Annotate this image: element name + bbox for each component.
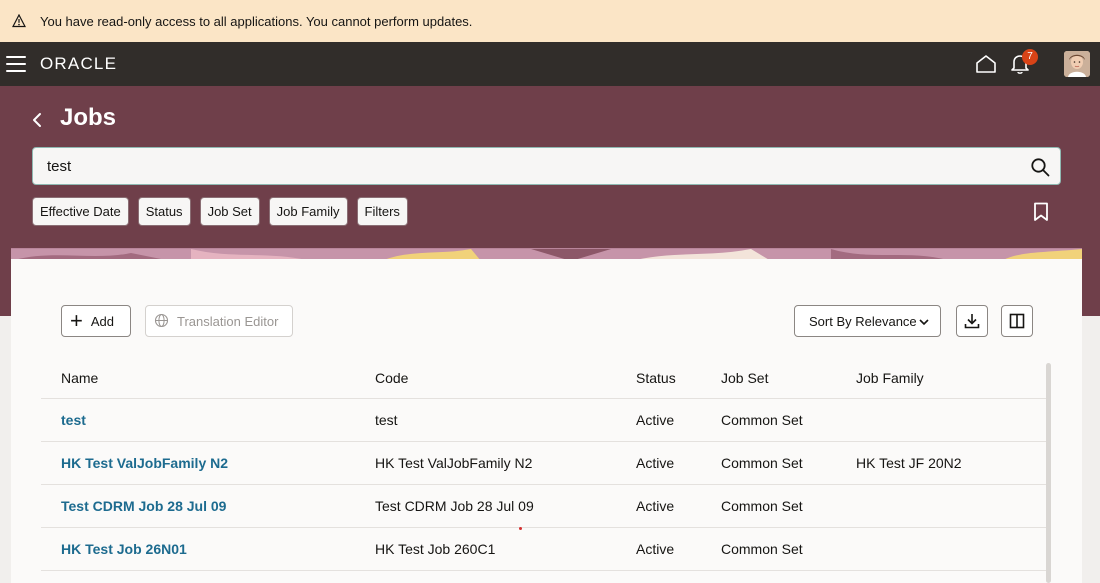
- job-name-link[interactable]: test: [61, 412, 86, 428]
- bookmark-icon[interactable]: [1033, 202, 1049, 222]
- home-icon[interactable]: [975, 54, 997, 74]
- filter-chips: Effective Date Status Job Set Job Family…: [32, 197, 408, 226]
- sort-label: Sort By Relevance: [809, 313, 917, 329]
- plus-icon: +: [70, 308, 83, 333]
- globe-icon: [154, 313, 170, 329]
- global-header: ORACLE 7: [0, 42, 1100, 86]
- job-set: Common Set: [721, 455, 803, 471]
- job-code: test: [375, 412, 398, 428]
- job-code: Test CDRM Job 28 Jul 09: [375, 498, 534, 514]
- job-status: Active: [636, 455, 675, 471]
- chip-filters[interactable]: Filters: [356, 197, 408, 226]
- warning-icon: [12, 14, 26, 28]
- column-header-job-set[interactable]: Job Set: [721, 370, 768, 386]
- columns-icon: [1009, 313, 1025, 329]
- add-button[interactable]: + Add: [61, 305, 131, 337]
- chip-job-family[interactable]: Job Family: [268, 197, 348, 226]
- page-title: Jobs: [60, 104, 117, 131]
- job-set: Common Set: [721, 498, 803, 514]
- user-avatar[interactable]: [1064, 51, 1090, 77]
- job-status: Active: [636, 412, 675, 428]
- job-status: Active: [636, 541, 675, 557]
- notifications-button[interactable]: 7: [1010, 49, 1038, 75]
- table-row[interactable]: HK Test Job 26N01 HK Test Job 260C1 Acti…: [41, 528, 1046, 571]
- chip-job-set[interactable]: Job Set: [199, 197, 260, 226]
- job-status: Active: [636, 498, 675, 514]
- oracle-logo: ORACLE: [40, 54, 118, 73]
- read-only-banner: You have read-only access to all applica…: [0, 0, 1100, 42]
- translation-editor-button[interactable]: Translation Editor: [145, 305, 293, 337]
- column-header-name[interactable]: Name: [61, 370, 98, 386]
- chip-status[interactable]: Status: [137, 197, 191, 226]
- menu-icon[interactable]: [6, 56, 26, 72]
- chip-effective-date[interactable]: Effective Date: [32, 197, 129, 226]
- job-family: HK Test JF 20N2: [856, 455, 962, 471]
- download-button[interactable]: [956, 305, 988, 337]
- column-header-status[interactable]: Status: [636, 370, 676, 386]
- sort-dropdown[interactable]: Sort By Relevance: [794, 305, 941, 337]
- job-set: Common Set: [721, 412, 803, 428]
- table-row[interactable]: test test Active Common Set: [41, 399, 1046, 442]
- results-panel: + Add Translation Editor Sort By Relevan…: [11, 259, 1082, 583]
- columns-button[interactable]: [1001, 305, 1033, 337]
- job-name-link[interactable]: Test CDRM Job 28 Jul 09: [61, 498, 226, 514]
- chevron-down-icon: [918, 316, 930, 328]
- search-field[interactable]: [32, 147, 1061, 185]
- job-code: HK Test ValJobFamily N2: [375, 455, 533, 471]
- add-button-label: Add: [90, 313, 114, 329]
- table-row[interactable]: HK Test ValJobFamily N2 HK Test ValJobFa…: [41, 442, 1046, 485]
- job-code: HK Test Job 260C1: [375, 541, 496, 557]
- table-row[interactable]: Test CDRM Job 28 Jul 09 Test CDRM Job 28…: [41, 485, 1046, 528]
- notification-badge: 7: [1022, 49, 1038, 65]
- banner-message: You have read-only access to all applica…: [40, 13, 473, 29]
- table-header: Name Code Status Job Set Job Family: [41, 357, 1046, 399]
- column-header-code[interactable]: Code: [375, 370, 408, 386]
- search-icon[interactable]: [1030, 157, 1050, 177]
- job-name-link[interactable]: HK Test Job 26N01: [61, 541, 187, 557]
- column-header-job-family[interactable]: Job Family: [856, 370, 924, 386]
- back-icon[interactable]: [30, 111, 44, 129]
- download-icon: [964, 314, 980, 329]
- translation-editor-label: Translation Editor: [177, 313, 279, 329]
- jobs-table: Name Code Status Job Set Job Family test…: [41, 357, 1046, 571]
- job-name-link[interactable]: HK Test ValJobFamily N2: [61, 455, 228, 471]
- search-input[interactable]: [33, 157, 1013, 175]
- cursor-marker: [519, 527, 522, 530]
- vertical-scrollbar[interactable]: [1046, 363, 1051, 583]
- job-set: Common Set: [721, 541, 803, 557]
